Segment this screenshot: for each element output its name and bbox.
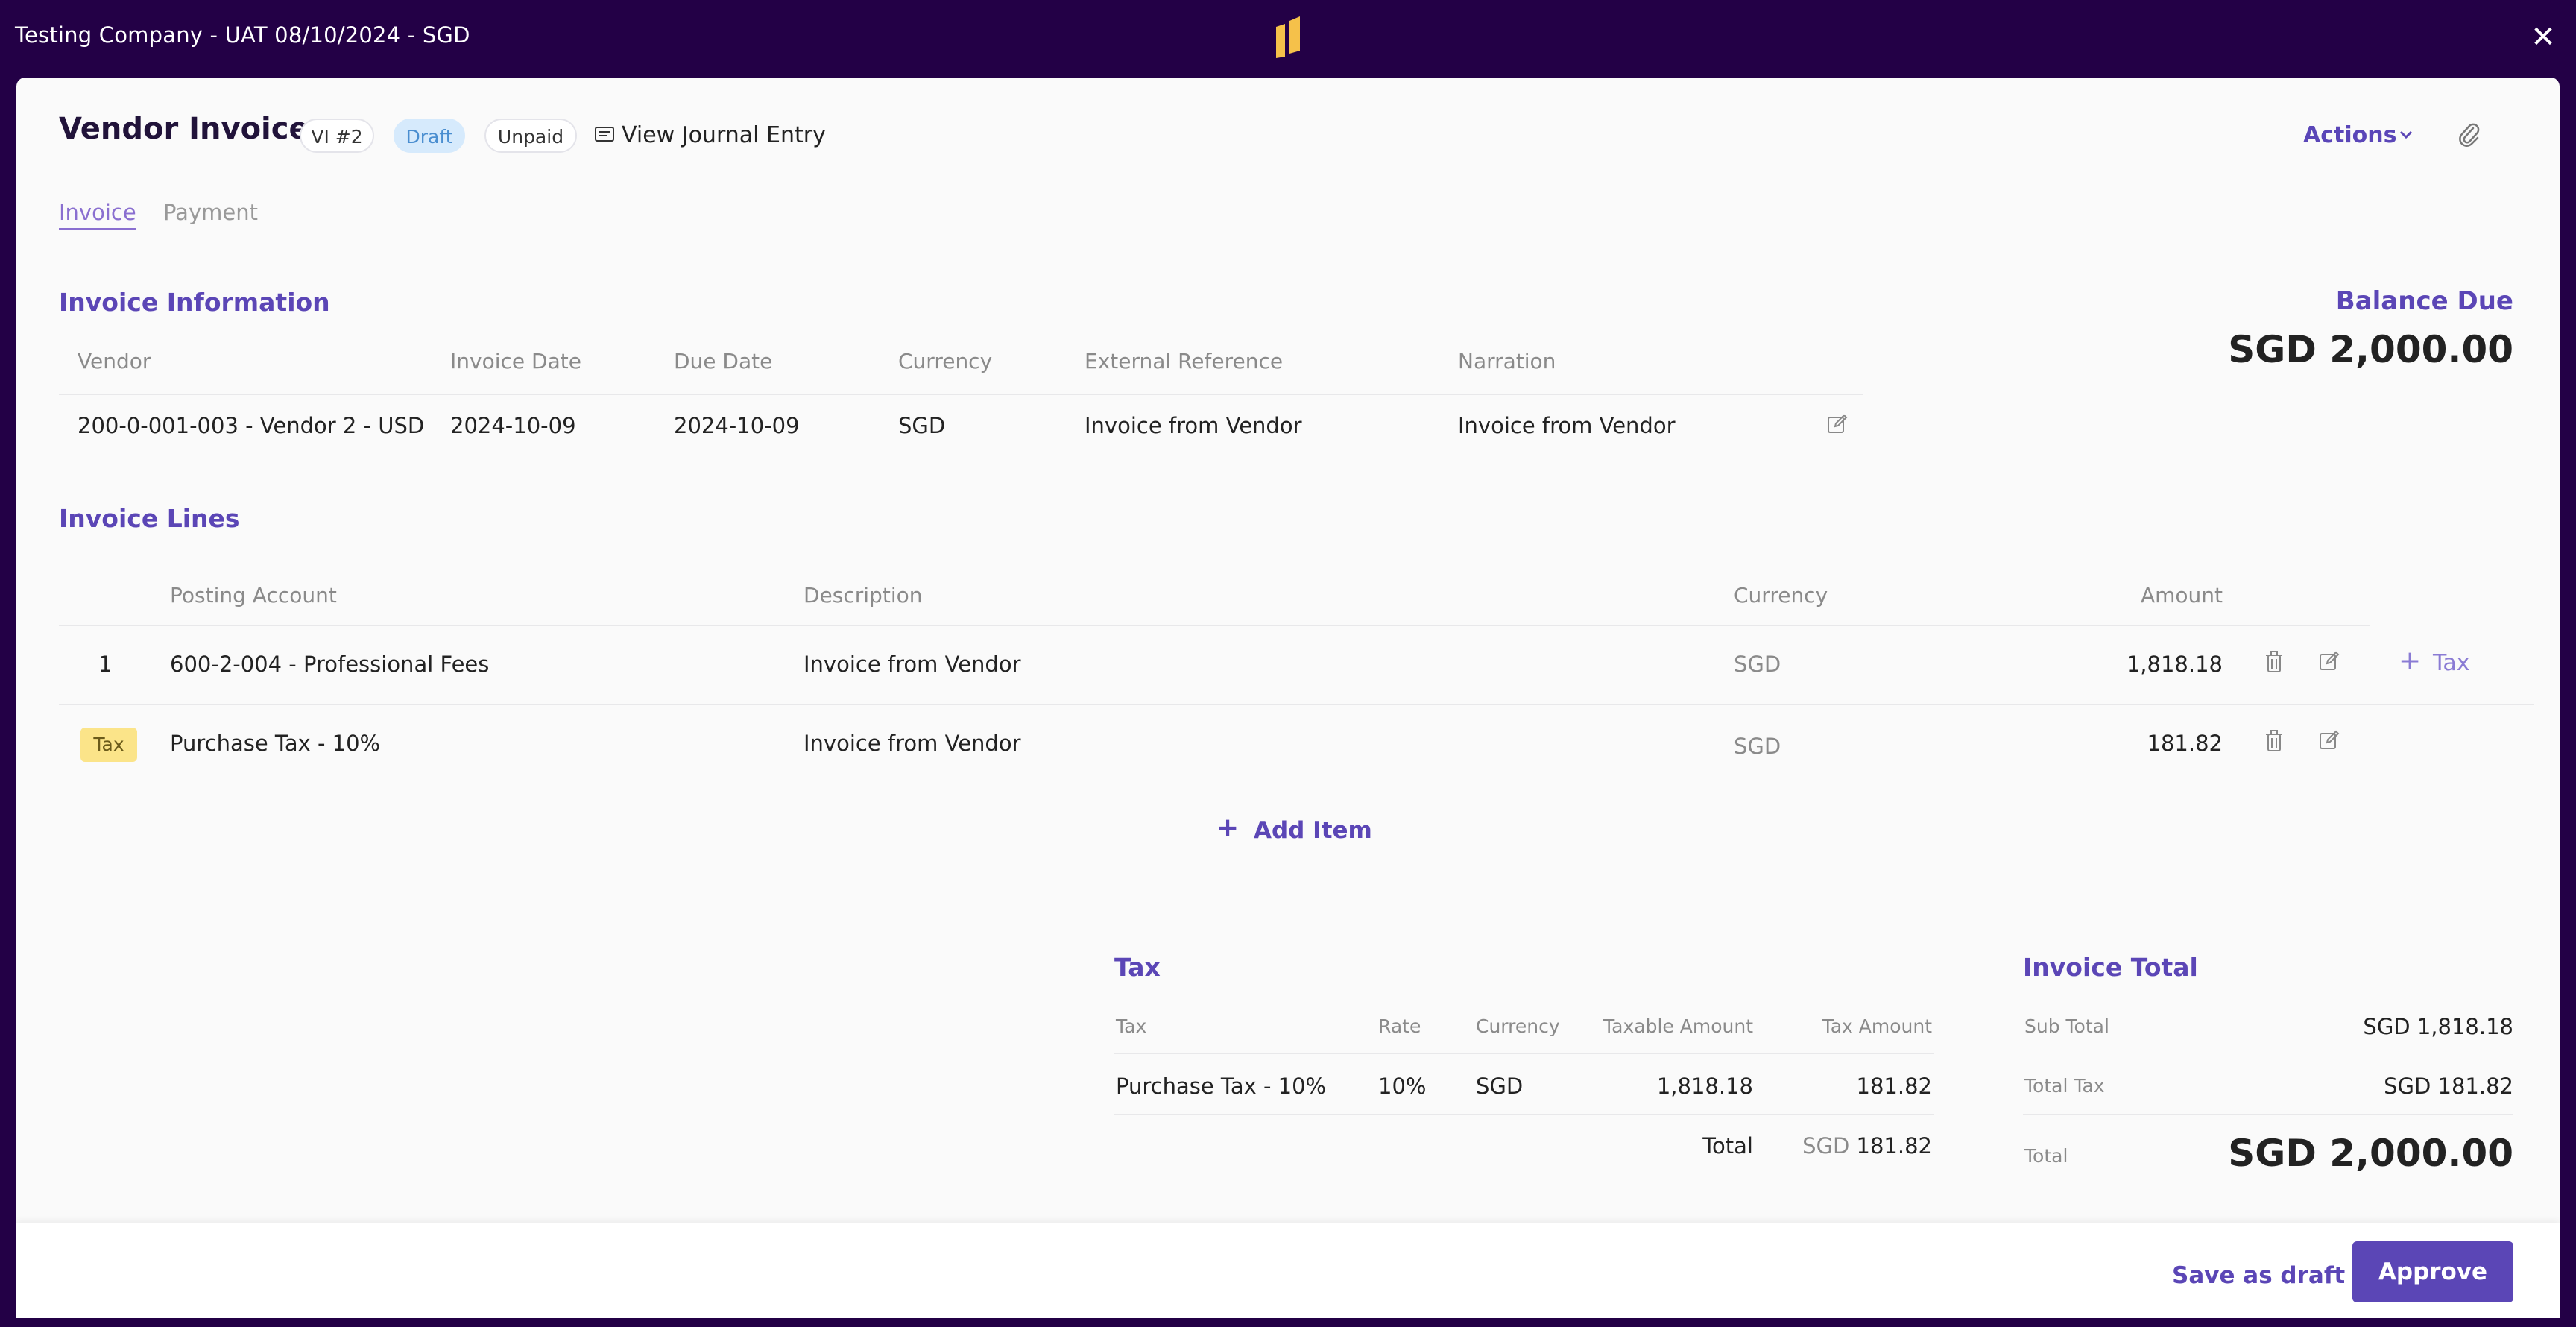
tab-payment[interactable]: Payment xyxy=(163,200,258,225)
currency-value: SGD xyxy=(898,413,946,438)
divider xyxy=(59,704,2534,705)
grand-total-label: Total xyxy=(2024,1145,2068,1167)
tax-column-header-tax-amount: Tax Amount xyxy=(1822,1015,1932,1037)
trash-icon[interactable] xyxy=(2264,729,2284,753)
tax-badge: Tax xyxy=(80,728,137,762)
edit-icon[interactable] xyxy=(1826,413,1849,435)
paperclip-icon[interactable] xyxy=(2458,122,2481,148)
status-badge: Draft xyxy=(394,119,465,153)
line-description: Invoice from Vendor xyxy=(804,731,1021,756)
add-tax-label: Tax xyxy=(2433,650,2470,676)
balance-due-value: SGD 2,000.00 xyxy=(2228,328,2513,371)
tab-invoice[interactable]: Invoice xyxy=(59,200,136,230)
column-header-external-reference: External Reference xyxy=(1085,349,1284,373)
divider xyxy=(1114,1114,1934,1115)
plus-icon: + xyxy=(1216,813,1240,843)
edit-icon[interactable] xyxy=(2318,729,2340,751)
tax-total-currency: SGD xyxy=(1802,1133,1850,1159)
window-title: Testing Company - UAT 08/10/2024 - SGD xyxy=(15,22,470,48)
tax-column-header-tax: Tax xyxy=(1116,1015,1147,1037)
invoice-lines-title: Invoice Lines xyxy=(59,504,240,533)
tax-summary-title: Tax xyxy=(1114,953,1161,982)
save-as-draft-button[interactable]: Save as draft xyxy=(2172,1262,2345,1289)
narration-value: Invoice from Vendor xyxy=(1458,413,1676,438)
tax-total-value: 181.82 xyxy=(1856,1133,1932,1159)
line-description: Invoice from Vendor xyxy=(804,652,1021,677)
tax-column-header-taxable-amount: Taxable Amount xyxy=(1603,1015,1753,1037)
tax-column-header-currency: Currency xyxy=(1476,1015,1560,1037)
trash-icon[interactable] xyxy=(2264,650,2284,674)
total-tax-label: Total Tax xyxy=(2024,1075,2105,1097)
divider xyxy=(59,625,2370,626)
column-header-vendor: Vendor xyxy=(78,349,151,373)
journal-icon xyxy=(595,127,614,142)
invoice-number-badge: VI #2 xyxy=(300,119,374,153)
divider xyxy=(59,394,1863,395)
line-posting-account: Purchase Tax - 10% xyxy=(170,731,381,756)
tax-column-header-rate: Rate xyxy=(1378,1015,1421,1037)
actions-dropdown[interactable]: Actions xyxy=(2303,122,2413,148)
column-header-invoice-date: Invoice Date xyxy=(450,349,581,373)
column-header-narration: Narration xyxy=(1458,349,1556,373)
actions-label: Actions xyxy=(2303,122,2397,148)
divider xyxy=(2023,1114,2513,1115)
tax-row-taxable-amount: 1,818.18 xyxy=(1656,1074,1753,1099)
window-titlebar: Testing Company - UAT 08/10/2024 - SGD ✕ xyxy=(0,0,2576,75)
tax-row-tax-amount: 181.82 xyxy=(1856,1074,1932,1099)
column-header-posting-account: Posting Account xyxy=(170,583,337,608)
view-journal-entry-label: View Journal Entry xyxy=(622,122,826,148)
tax-row-currency: SGD xyxy=(1476,1074,1524,1099)
add-item-label: Add Item xyxy=(1254,817,1372,844)
invoice-total-title: Invoice Total xyxy=(2023,953,2198,982)
line-amount: 1,818.18 xyxy=(2126,652,2223,677)
total-tax-value: SGD 181.82 xyxy=(2384,1074,2513,1099)
tax-total: SGD 181.82 xyxy=(1775,1133,1932,1159)
external-reference-value: Invoice from Vendor xyxy=(1085,413,1302,438)
edit-icon[interactable] xyxy=(2318,650,2340,672)
line-currency: SGD xyxy=(1734,652,1781,677)
invoice-panel: Vendor Invoice VI #2 Draft Unpaid View J… xyxy=(16,78,2560,1318)
balance-due-label: Balance Due xyxy=(2335,286,2513,316)
tax-total-label: Total xyxy=(1702,1133,1753,1159)
column-header-line-currency: Currency xyxy=(1734,583,1828,608)
column-header-amount: Amount xyxy=(2140,583,2223,608)
sub-total-label: Sub Total xyxy=(2024,1015,2109,1037)
page-title: Vendor Invoice xyxy=(59,112,309,146)
divider xyxy=(1114,1053,1934,1054)
tax-row-rate: 10% xyxy=(1378,1074,1427,1099)
close-icon[interactable]: ✕ xyxy=(2527,21,2560,54)
column-header-currency: Currency xyxy=(898,349,993,373)
line-posting-account: 600-2-004 - Professional Fees xyxy=(170,652,490,677)
column-header-description: Description xyxy=(804,583,923,608)
sub-total-value: SGD 1,818.18 xyxy=(2363,1014,2513,1039)
due-date-value: 2024-10-09 xyxy=(674,413,800,438)
vendor-value: 200-0-001-003 - Vendor 2 - USD xyxy=(78,413,425,438)
plus-icon: + xyxy=(2399,646,2422,676)
line-amount: 181.82 xyxy=(2147,731,2223,756)
approve-button[interactable]: Approve xyxy=(2352,1241,2513,1302)
app-logo-icon xyxy=(1276,16,1300,58)
invoice-date-value: 2024-10-09 xyxy=(450,413,576,438)
line-currency: SGD xyxy=(1734,734,1781,759)
chevron-down-icon xyxy=(2399,130,2413,139)
invoice-information-title: Invoice Information xyxy=(59,288,330,317)
footer-bar: Save as draft Approve xyxy=(16,1223,2560,1318)
tax-row-name: Purchase Tax - 10% xyxy=(1116,1074,1327,1099)
grand-total-value: SGD 2,000.00 xyxy=(2228,1132,2513,1175)
column-header-due-date: Due Date xyxy=(674,349,773,373)
line-index: 1 xyxy=(98,652,113,677)
payment-status-badge: Unpaid xyxy=(484,119,577,153)
